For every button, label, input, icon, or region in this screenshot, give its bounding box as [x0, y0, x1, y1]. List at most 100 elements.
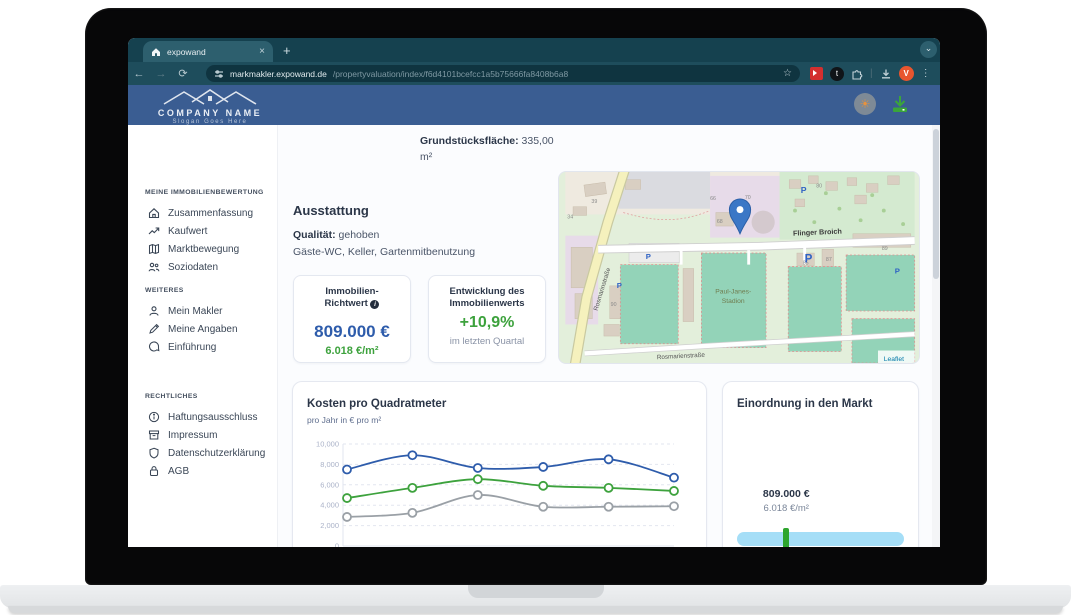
quality-label: Qualität: — [293, 229, 336, 241]
reload-icon[interactable]: ⟳ — [172, 67, 194, 80]
sidebar-section-label: RECHTLICHES — [145, 393, 198, 400]
location-map[interactable]: 34396668708085878990PPPPP Flinger Broich… — [558, 171, 920, 364]
company-logo[interactable]: COMPANY NAME Slogan Goes Here — [150, 88, 270, 125]
chat-icon — [148, 341, 160, 353]
info-icon[interactable]: i — [370, 300, 379, 309]
data-point — [605, 484, 613, 492]
sidebar-item-label: Meine Angaben — [168, 324, 238, 335]
person-icon — [148, 305, 160, 317]
land-area-label: Grundstücksfläche: — [420, 135, 519, 147]
market-current-block: 809.000 € 6.018 €/m² — [741, 488, 831, 514]
parking-icon: P — [805, 254, 813, 266]
sidebar-item-label: Zusammenfassung — [168, 208, 253, 219]
url-path: /propertyvaluation/index/f6d4101bcefcc1a… — [333, 69, 568, 79]
sidebar-item-marktbewegung[interactable]: Marktbewegung — [148, 243, 239, 255]
market-current-per-sqm: 6.018 €/m² — [741, 503, 831, 514]
y-tick-label: 4,000 — [320, 501, 339, 510]
richtwert-title-line1: Immobilien- — [294, 286, 410, 298]
browser-window: expowand × + ⌄ ← → ⟳ m — [128, 38, 940, 547]
sidebar-item-einfuehrung[interactable]: Einführung — [148, 341, 216, 353]
laptop-base — [0, 585, 1071, 608]
house-number: 68 — [717, 219, 723, 225]
sidebar-item-impressum[interactable]: Impressum — [148, 429, 217, 441]
sidebar-item-label: Haftungsausschluss — [168, 412, 258, 423]
data-point — [605, 503, 613, 511]
house-number: 80 — [816, 183, 822, 189]
trend-icon — [148, 225, 160, 237]
tab-title: expowand — [167, 47, 253, 57]
sidebar-section-label: WEITERES — [145, 287, 184, 294]
sidebar-item-datenschutz[interactable]: Datenschutzerklärung — [148, 447, 265, 459]
extension-badge-icon[interactable]: t — [830, 67, 844, 81]
parking-icon: P — [617, 281, 622, 290]
theme-toggle-sun-icon[interactable]: ☀ — [854, 93, 876, 115]
browser-tab[interactable]: expowand × — [143, 41, 273, 62]
y-tick-label: 10,000 — [316, 440, 339, 449]
browser-profile-avatar[interactable]: V — [899, 66, 914, 81]
tab-close-icon[interactable]: × — [259, 46, 265, 57]
sidebar-item-label: Datenschutzerklärung — [168, 448, 265, 459]
data-point — [670, 487, 678, 495]
map-attribution[interactable]: Leaflet — [884, 356, 904, 363]
pdf-extension-icon[interactable] — [810, 67, 823, 80]
report-download-icon[interactable] — [890, 94, 910, 114]
richtwert-title-line2: Richtwert i — [294, 298, 410, 310]
chart-subtitle: pro Jahr in € pro m² — [307, 415, 381, 425]
sidebar-item-meine-angaben[interactable]: Meine Angaben — [148, 323, 238, 335]
laptop-base-lip — [8, 606, 1063, 613]
sidebar-item-label: Impressum — [168, 430, 217, 441]
house-number: 87 — [826, 257, 832, 263]
downloads-icon[interactable] — [880, 68, 892, 80]
back-icon[interactable]: ← — [128, 68, 150, 80]
archive-icon — [148, 429, 160, 441]
data-point — [408, 509, 416, 517]
sidebar-item-zusammenfassung[interactable]: Zusammenfassung — [148, 207, 253, 219]
richtwert-value: 809.000 € — [294, 322, 410, 342]
land-area-text: Grundstücksfläche: 335,00 m² — [420, 133, 558, 166]
sidebar: MEINE IMMOBILIENBEWERTUNG Zusammenfassun… — [128, 125, 278, 547]
sidebar-item-label: Soziodaten — [168, 262, 218, 273]
house-number: 90 — [611, 302, 617, 308]
browser-menu-icon[interactable]: ⋮ — [921, 68, 931, 79]
house-number: 34 — [567, 214, 573, 220]
development-card: Entwicklung des Immobilienwerts +10,9% i… — [428, 275, 546, 363]
bookmark-star-icon[interactable]: ☆ — [783, 68, 792, 79]
sidebar-item-mein-makler[interactable]: Mein Makler — [148, 305, 222, 317]
data-point — [474, 475, 482, 483]
toolbar-divider: | — [870, 68, 873, 79]
browser-tab-bar: expowand × + ⌄ — [128, 38, 940, 62]
chart-card: Kosten pro Quadratmeter pro Jahr in € pr… — [292, 381, 707, 547]
sidebar-item-kaufwert[interactable]: Kaufwert — [148, 225, 207, 237]
info-icon — [148, 411, 160, 423]
sidebar-item-agb[interactable]: AGB — [148, 465, 189, 477]
site-info-icon[interactable] — [214, 69, 224, 79]
sidebar-item-haftungsausschluss[interactable]: Haftungsausschluss — [148, 411, 258, 423]
market-current-value: 809.000 € — [741, 488, 831, 500]
data-point — [605, 455, 613, 463]
forward-icon[interactable]: → — [150, 68, 172, 80]
parking-icon: P — [801, 185, 807, 195]
y-tick-label: 6,000 — [320, 480, 339, 489]
data-point — [539, 482, 547, 490]
new-tab-button[interactable]: + — [283, 43, 291, 58]
lock-icon — [148, 465, 160, 477]
url-bar[interactable]: markmakler.expowand.de/propertyvaluation… — [206, 65, 800, 82]
sidebar-item-label: Mein Makler — [168, 306, 222, 317]
quality-value: gehoben — [339, 229, 380, 241]
tab-search-button[interactable]: ⌄ — [920, 41, 937, 58]
sidebar-item-label: AGB — [168, 466, 189, 477]
page-scrollbar[interactable] — [932, 125, 940, 547]
laptop-screen: expowand × + ⌄ ← → ⟳ m — [85, 8, 987, 585]
sidebar-item-soziodaten[interactable]: Soziodaten — [148, 261, 218, 273]
data-point — [539, 503, 547, 511]
map-canvas: 34396668708085878990PPPPP Flinger Broich… — [559, 172, 920, 364]
sidebar-item-label: Einführung — [168, 342, 216, 353]
market-title: Einordnung in den Markt — [737, 398, 872, 410]
poi-label-line2: Stadion — [722, 298, 745, 305]
richtwert-title-text: Richtwert — [325, 298, 368, 309]
extensions-puzzle-icon[interactable] — [851, 68, 863, 80]
richtwert-per-sqm: 6.018 €/m² — [294, 345, 410, 357]
series-line-maximum — [347, 455, 674, 477]
series-line-minimum — [347, 495, 674, 517]
scrollbar-thumb[interactable] — [933, 129, 939, 279]
